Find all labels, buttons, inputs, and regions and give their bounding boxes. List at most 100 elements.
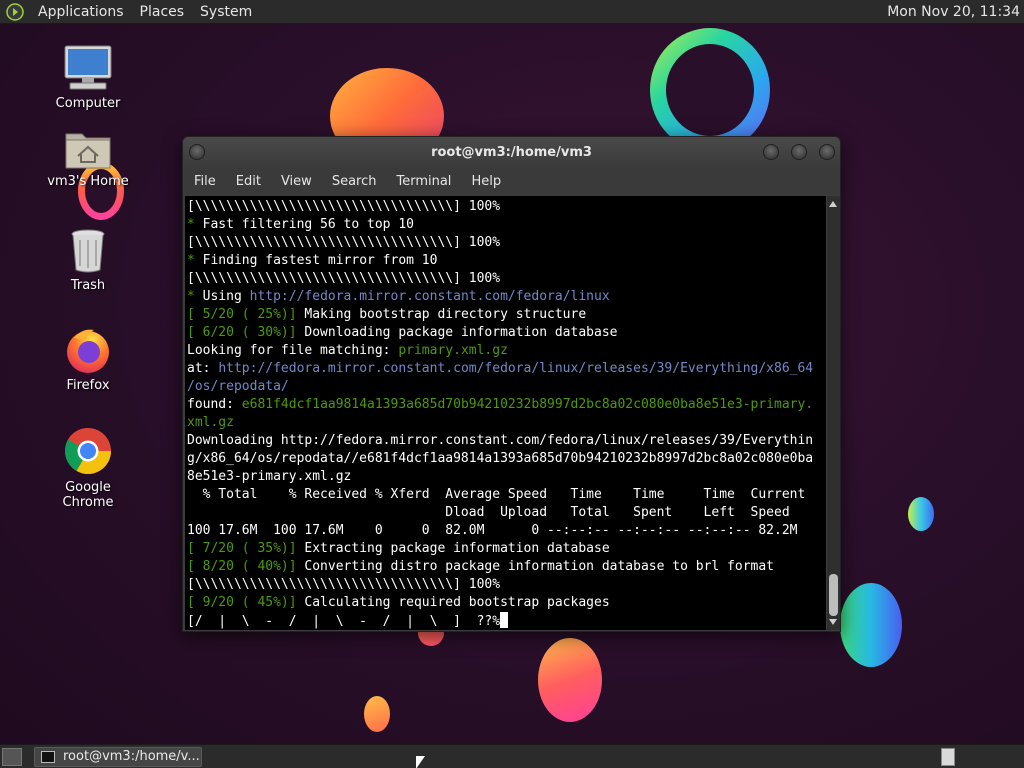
terminal-text-segment: [ 7/20 ( 35%)] [187,541,305,556]
desktop-icon-home[interactable]: vm3's Home [38,128,138,189]
menu-terminal[interactable]: Terminal [386,169,461,195]
clock[interactable]: Mon Nov 20, 11:34 [887,0,1020,24]
terminal-text-segment: * [187,289,203,304]
system-menu[interactable]: System [192,0,260,24]
places-menu[interactable]: Places [132,0,193,24]
computer-icon [64,45,112,90]
terminal-output[interactable]: [\\\\\\\\\\\\\\\\\\\\\\\\\\\\\\\\\] 100%… [185,196,826,630]
terminal-line: 100 17.6M 100 17.6M 0 0 82.0M 0 --:--:--… [187,522,826,540]
terminal-line: [ 9/20 ( 45%)] Calculating required boot… [187,594,826,612]
menu-search[interactable]: Search [322,169,387,195]
terminal-text-segment: [/ | \ - / | \ - / | \ ] ??% [187,614,501,629]
terminal-line: Dload Upload Total Spent Left Speed [187,504,826,522]
terminal-line: xml.gz [187,414,826,432]
terminal-text-segment: g/x86_64/os/repodata//e681f4dcf1aa9814a1… [187,451,814,466]
terminal-cursor [500,612,509,628]
terminal-line: [/ | \ - / | \ - / | \ ] ??% [187,612,826,630]
terminal-text-segment: xml.gz [187,415,234,430]
terminal-text-segment: 8e51e3-primary.xml.gz [187,469,352,484]
terminal-text-segment: [\\\\\\\\\\\\\\\\\\\\\\\\\\\\\\\\\] 100% [187,577,501,592]
terminal-line: 8e51e3-primary.xml.gz [187,468,826,486]
mouse-pointer-icon [416,756,425,768]
menu-edit[interactable]: Edit [226,169,271,195]
terminal-text-segment: found: [187,397,242,412]
scroll-down-arrow-icon[interactable] [829,619,837,625]
desktop-icon-label: Computer [55,96,121,111]
applications-menu[interactable]: Applications [30,0,132,24]
maximize-button[interactable] [791,144,807,160]
minimize-button[interactable] [763,144,779,160]
wallpaper-blob [840,583,902,667]
terminal-menubar: File Edit View Search Terminal Help [183,169,840,195]
taskbar-window-label: root@vm3:/home/v... [63,749,200,764]
window-titlebar[interactable]: root@vm3:/home/vm3 [183,137,840,169]
wallpaper-blob [538,638,602,722]
top-panel: Applications Places System Mon Nov 20, 1… [0,0,1024,24]
window-title: root@vm3:/home/vm3 [431,145,592,160]
terminal-text-segment: * [187,253,203,268]
terminal-text-segment: * [187,217,203,232]
terminal-text-segment: Downloading package information database [304,325,618,340]
scrollbar-thumb[interactable] [829,574,838,616]
terminal-text-segment: Fast filtering 56 to top 10 [202,217,414,232]
home-folder-icon [65,133,111,169]
terminal-line: /os/repodata/ [187,378,826,396]
terminal-line: * Using http://fedora.mirror.constant.co… [187,288,826,306]
terminal-text-segment: Calculating required bootstrap packages [304,595,610,610]
terminal-line: * Fast filtering 56 to top 10 [187,216,826,234]
scroll-up-arrow-icon[interactable] [829,201,837,207]
menu-logo-icon[interactable] [6,2,24,21]
terminal-text-segment: e681f4dcf1aa9814a1393a685d70b94210232b89… [241,397,814,412]
terminal-line: at: http://fedora.mirror.constant.com/fe… [187,360,826,378]
firefox-icon [67,329,109,373]
terminal-text-segment: [ 5/20 ( 25%)] [187,307,305,322]
terminal-text-segment: [ 8/20 ( 40%)] [187,559,305,574]
desktop-icon-label: Google Chrome [62,480,114,510]
desktop-icon-computer[interactable]: Computer [38,44,138,111]
desktop-icon-trash[interactable]: Trash [38,228,138,293]
terminal-text-segment: [ 9/20 ( 45%)] [187,595,305,610]
terminal-text-segment: [\\\\\\\\\\\\\\\\\\\\\\\\\\\\\\\\\] 100% [187,199,501,214]
terminal-window[interactable]: root@vm3:/home/vm3 File Edit View Search… [182,136,841,632]
terminal-icon [41,751,55,763]
desktop-icon-label: Firefox [66,378,110,393]
desktop-icon-chrome[interactable]: Google Chrome [38,426,138,510]
terminal-text-segment: at: [187,361,219,376]
wallpaper-blob [364,696,390,732]
terminal-scrollbar[interactable] [827,196,840,630]
terminal-line: [ 6/20 ( 30%)] Downloading package infor… [187,324,826,342]
terminal-text-segment: [\\\\\\\\\\\\\\\\\\\\\\\\\\\\\\\\\] 100% [187,271,501,286]
terminal-text-segment: /os/repodata/ [187,379,289,394]
terminal-text-segment: Extracting package information database [304,541,610,556]
terminal-text-segment: % Total % Received % Xferd Average Speed… [187,487,806,502]
terminal-line: Downloading http://fedora.mirror.constan… [187,432,826,450]
terminal-text-segment: Downloading http://fedora.mirror.constan… [187,433,814,448]
menu-help[interactable]: Help [461,169,511,195]
terminal-text-segment: http://fedora.mirror.constant.com/fedora… [249,289,610,304]
terminal-line: [\\\\\\\\\\\\\\\\\\\\\\\\\\\\\\\\\] 100% [187,576,826,594]
desktop-icon-label: Trash [70,278,106,293]
terminal-text-segment: primary.xml.gz [398,343,508,358]
workspace-switcher[interactable] [941,748,955,766]
terminal-text-segment: http://fedora.mirror.constant.com/fedora… [218,361,814,376]
taskbar-window-button[interactable]: root@vm3:/home/v... [34,747,202,767]
terminal-text-segment: Looking for file matching: [187,343,399,358]
close-button[interactable] [819,144,835,160]
terminal-line: [ 5/20 ( 25%)] Making bootstrap director… [187,306,826,324]
terminal-line: [\\\\\\\\\\\\\\\\\\\\\\\\\\\\\\\\\] 100% [187,198,826,216]
wallpaper-ring [650,28,770,152]
terminal-line: [\\\\\\\\\\\\\\\\\\\\\\\\\\\\\\\\\] 100% [187,234,826,252]
terminal-text-segment: Making bootstrap directory structure [304,307,587,322]
terminal-line: found: e681f4dcf1aa9814a1393a685d70b9421… [187,396,826,414]
wallpaper-blob [908,497,934,531]
show-desktop-button[interactable] [2,748,22,766]
terminal-text-segment: Converting distro package information da… [304,559,775,574]
menu-file[interactable]: File [183,169,226,195]
desktop-icon-firefox[interactable]: Firefox [38,326,138,393]
terminal-text-segment: Dload Upload Total Spent Left Speed [187,505,790,520]
terminal-line: [ 8/20 ( 40%)] Converting distro package… [187,558,826,576]
terminal-text-segment: [\\\\\\\\\\\\\\\\\\\\\\\\\\\\\\\\\] 100% [187,235,501,250]
desktop-icon-label: vm3's Home [47,174,129,189]
terminal-line: Looking for file matching: primary.xml.g… [187,342,826,360]
menu-view[interactable]: View [271,169,322,195]
